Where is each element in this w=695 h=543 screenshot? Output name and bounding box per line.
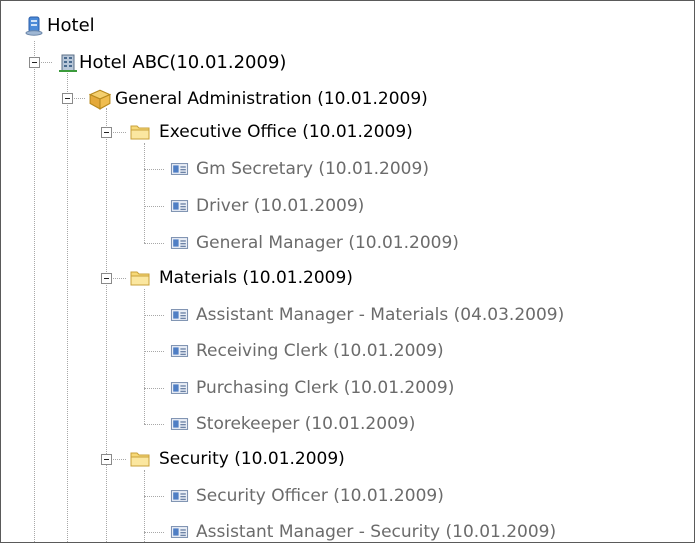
- tree-leaf-label: Storekeeper (10.01.2009): [196, 414, 416, 434]
- tree-connector: [34, 41, 35, 542]
- building-icon: [59, 54, 77, 72]
- tree-leaf-label: Assistant Manager - Security (10.01.2009…: [196, 522, 557, 542]
- tree-connector: [144, 143, 145, 243]
- id-card-icon: [170, 237, 189, 249]
- collapse-toggle-general-administration[interactable]: [62, 93, 73, 104]
- tree-node-general-administration[interactable]: General Administration (10.01.2009): [89, 85, 428, 113]
- tree-leaf[interactable]: Assistant Manager - Security (10.01.2009…: [166, 518, 557, 542]
- collapse-toggle-hotel-abc[interactable]: [29, 57, 40, 68]
- tree-node-materials[interactable]: Materials (10.01.2009): [126, 264, 353, 292]
- tree-connector: [144, 206, 164, 207]
- id-card-icon: [170, 382, 189, 394]
- tree-connector: [106, 108, 107, 542]
- tree-leaf-label: Gm Secretary (10.01.2009): [196, 159, 429, 179]
- tree-connector: [111, 132, 126, 133]
- id-card-icon: [170, 418, 189, 430]
- package-icon: [89, 89, 111, 110]
- tree-leaf[interactable]: Gm Secretary (10.01.2009): [166, 155, 429, 183]
- tree-connector: [111, 278, 126, 279]
- tree-node-label: Hotel: [47, 15, 95, 36]
- tree-connector: [39, 62, 52, 63]
- tree-node-hotel[interactable]: Hotel: [24, 12, 95, 40]
- tree-leaf[interactable]: Purchasing Clerk (10.01.2009): [166, 374, 454, 402]
- tree-node-executive-office[interactable]: Executive Office (10.01.2009): [126, 118, 413, 146]
- folder-icon: [130, 452, 150, 467]
- tree-leaf[interactable]: Assistant Manager - Materials (04.03.200…: [166, 301, 564, 329]
- collapse-toggle-executive-office[interactable]: [101, 127, 112, 138]
- tree-leaf[interactable]: General Manager (10.01.2009): [166, 229, 459, 257]
- folder-icon: [130, 125, 150, 140]
- collapse-toggle-materials[interactable]: [101, 273, 112, 284]
- tree-leaf[interactable]: Security Officer (10.01.2009): [166, 482, 444, 510]
- tree-connector: [144, 289, 145, 424]
- tree-connector: [144, 388, 164, 389]
- tree-leaf-label: Receiving Clerk (10.01.2009): [196, 341, 444, 361]
- id-card-icon: [170, 163, 189, 175]
- tree-leaf[interactable]: Storekeeper (10.01.2009): [166, 410, 415, 438]
- tree-connector: [111, 459, 126, 460]
- tree-connector: [144, 532, 164, 533]
- tree-node-label: Hotel ABC(10.01.2009): [79, 52, 287, 73]
- tree-connector: [144, 243, 164, 244]
- tree-view: Hotel Hotel ABC(10.01.2009) General Admi…: [0, 0, 695, 543]
- tree-connector: [144, 424, 164, 425]
- tree-leaf-label: Assistant Manager - Materials (04.03.200…: [196, 305, 565, 325]
- id-card-icon: [170, 309, 189, 321]
- collapse-toggle-security[interactable]: [101, 454, 112, 465]
- tree-leaf-label: General Manager (10.01.2009): [196, 233, 459, 253]
- tree-node-label: Materials (10.01.2009): [159, 268, 353, 288]
- tree-connector: [67, 71, 68, 542]
- tree-leaf[interactable]: Driver (10.01.2009): [166, 192, 364, 220]
- tree-connector: [144, 351, 164, 352]
- tree-connector: [144, 169, 164, 170]
- id-card-icon: [170, 490, 189, 502]
- id-card-icon: [170, 526, 189, 538]
- tree-connector: [144, 315, 164, 316]
- tree-node-label: Executive Office (10.01.2009): [159, 122, 413, 142]
- tree-leaf-label: Security Officer (10.01.2009): [196, 486, 444, 506]
- tree-leaf[interactable]: Receiving Clerk (10.01.2009): [166, 337, 444, 365]
- tree-leaf-label: Purchasing Clerk (10.01.2009): [196, 378, 455, 398]
- tree-node-label: Security (10.01.2009): [159, 449, 345, 469]
- server-icon: [25, 16, 43, 36]
- tree-node-label: General Administration (10.01.2009): [115, 89, 428, 109]
- tree-node-hotel-abc[interactable]: Hotel ABC(10.01.2009): [58, 49, 286, 77]
- tree-connector: [72, 98, 85, 99]
- tree-connector: [144, 496, 164, 497]
- tree-leaf-label: Driver (10.01.2009): [196, 196, 365, 216]
- tree-node-security[interactable]: Security (10.01.2009): [126, 445, 345, 473]
- folder-icon: [130, 271, 150, 286]
- id-card-icon: [170, 200, 189, 212]
- id-card-icon: [170, 345, 189, 357]
